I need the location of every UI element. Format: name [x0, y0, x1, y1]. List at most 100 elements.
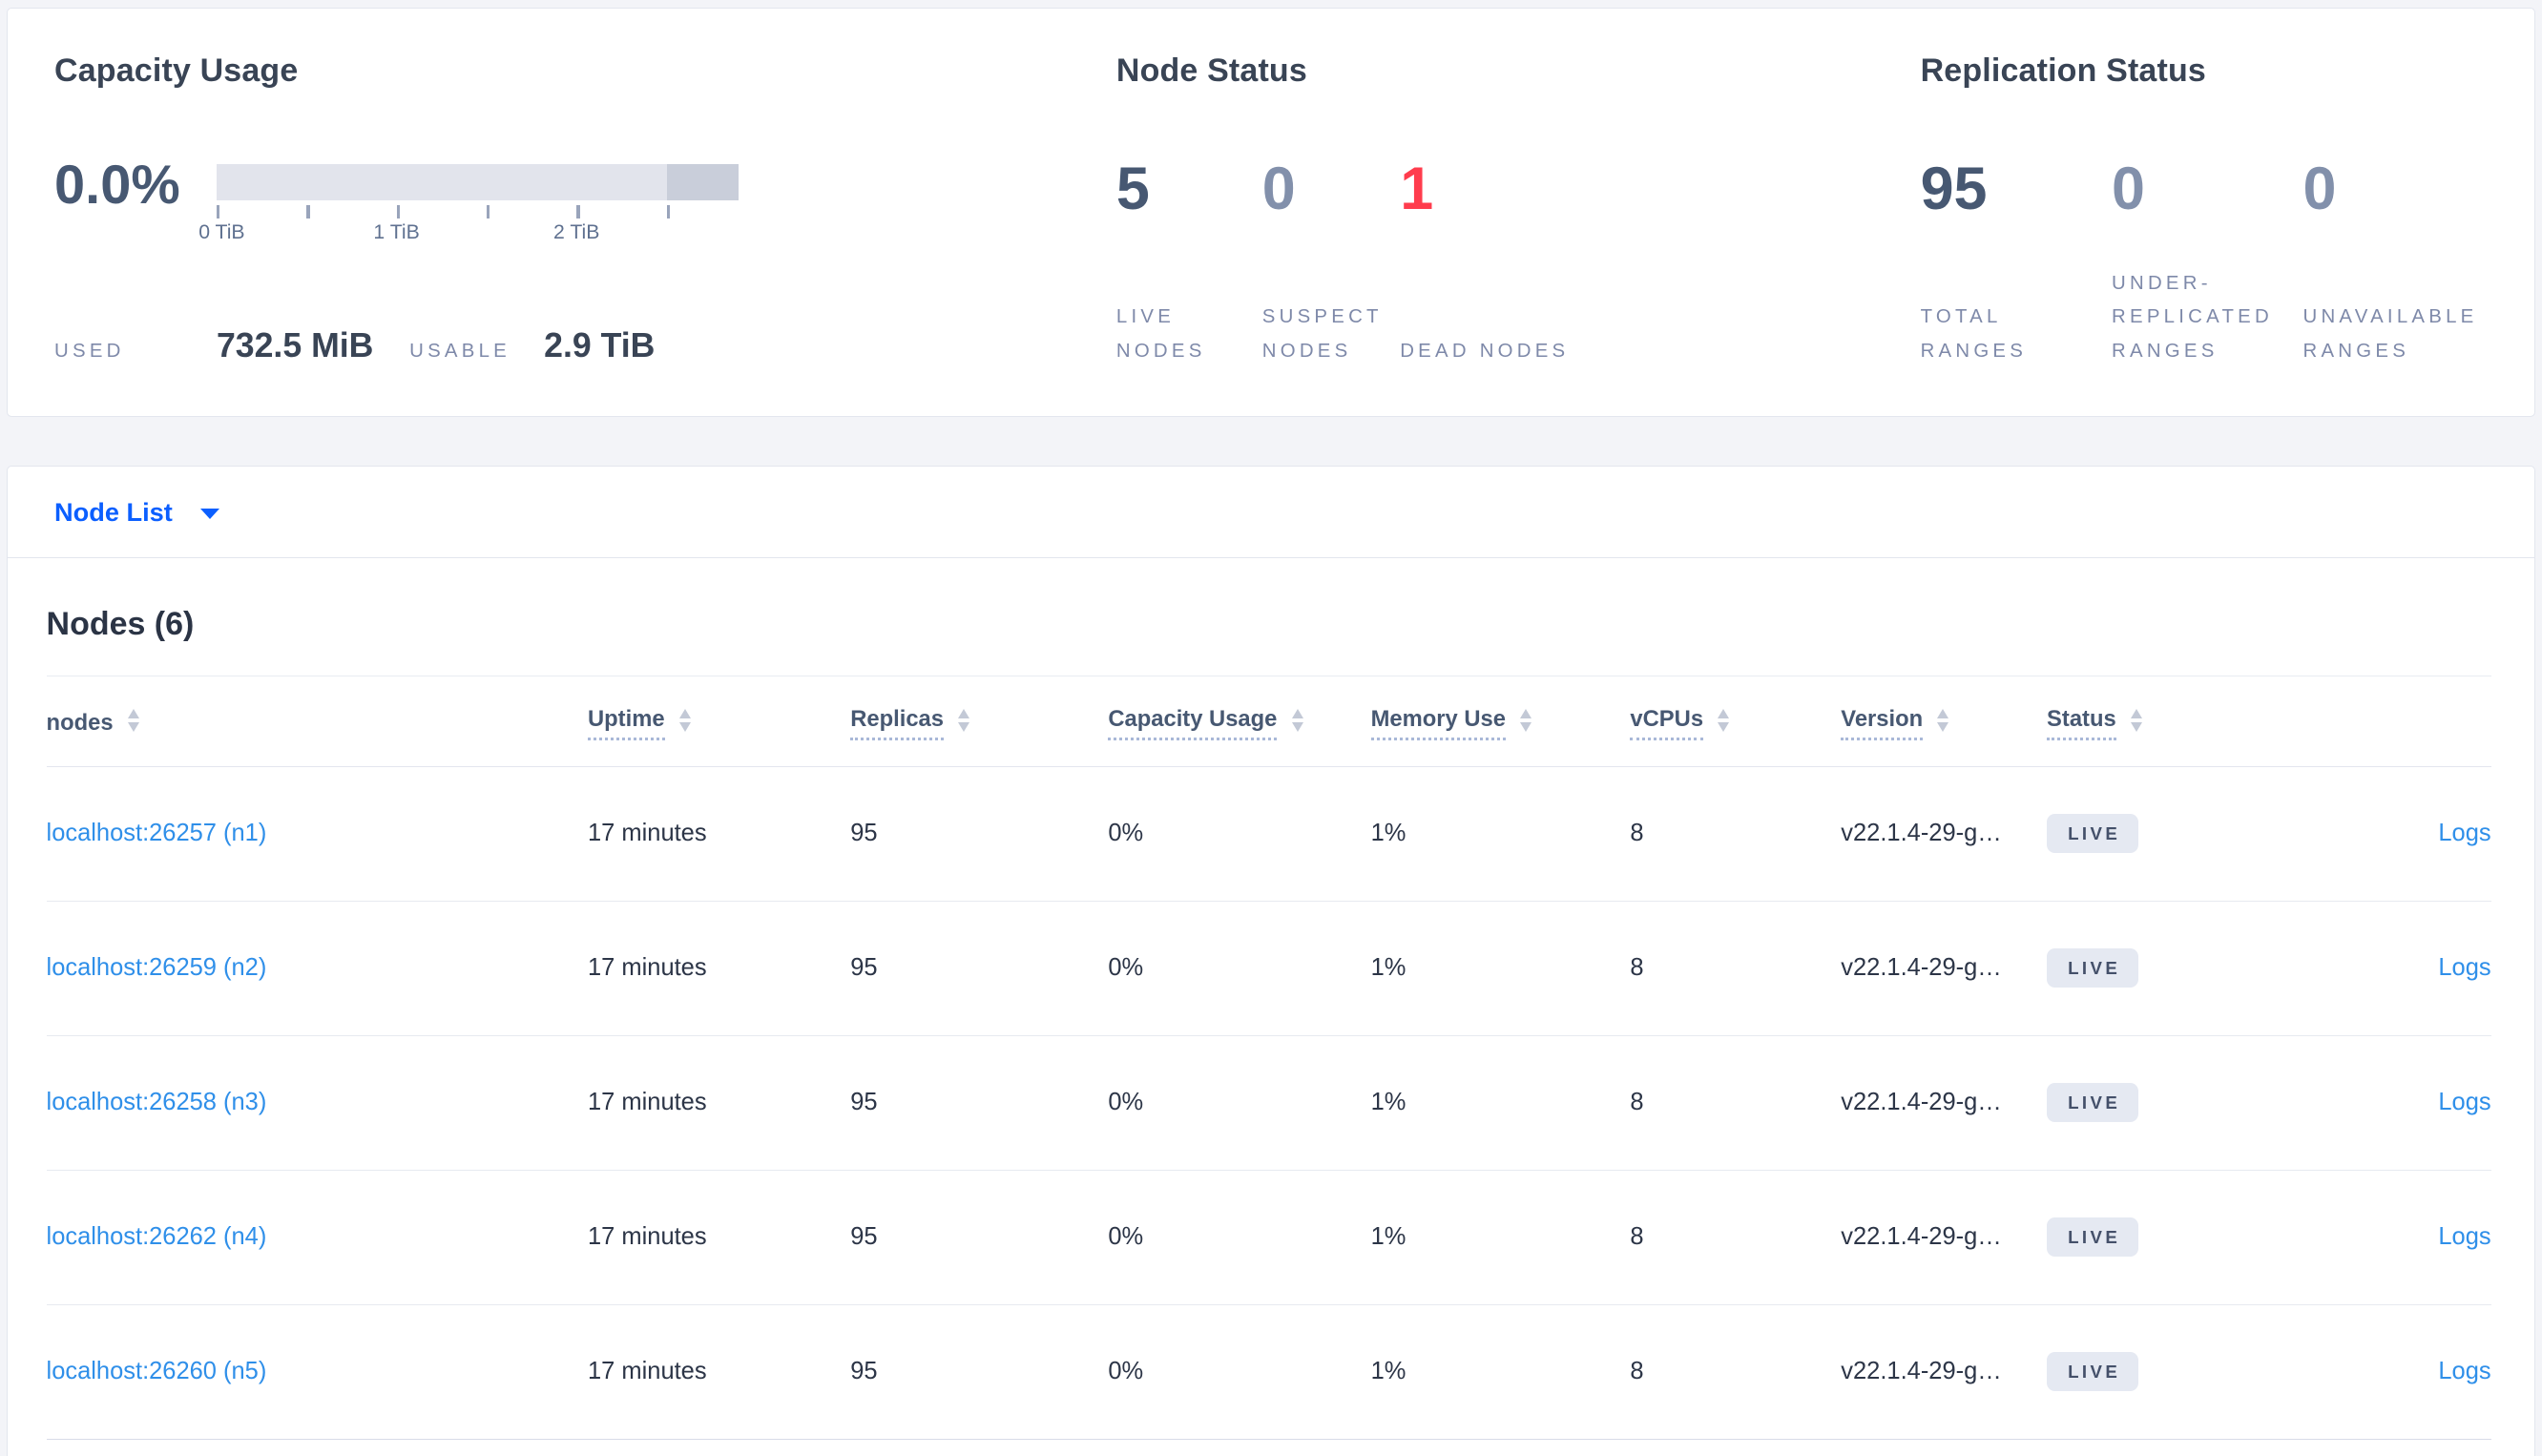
capacity-usage-cell: 0%	[1108, 766, 1371, 902]
status-cell: LIVE	[2047, 1035, 2386, 1171]
column-header-logs	[2386, 676, 2491, 767]
suspect-nodes-label: SUSPECT NODES	[1261, 306, 1383, 362]
node-link[interactable]: localhost:26259 (n2)	[47, 954, 267, 981]
node-list-dropdown[interactable]: Node List	[7, 467, 2535, 559]
logs-link[interactable]: Logs	[2438, 820, 2490, 846]
column-header-capacity-usage[interactable]: Capacity Usage	[1108, 676, 1371, 767]
tick-label: 1 TiB	[373, 220, 420, 243]
table-row: localhost:26260 (n5) 17 minutes 95 0% 1%…	[46, 1304, 2491, 1440]
cluster-overview-page: Capacity Usage 0.0% 0 TiB 1 TiB 2 TiB US…	[0, 0, 2542, 1456]
vcpus-cell: 8	[1630, 1170, 1842, 1305]
node-link[interactable]: localhost:26262 (n4)	[47, 1223, 267, 1250]
memory-use-cell: 1%	[1370, 1170, 1631, 1305]
capacity-usage-cell: 0%	[1108, 901, 1371, 1036]
status-cell: LIVE	[2047, 1170, 2386, 1305]
sort-icon	[678, 709, 691, 732]
table-row: localhost:26259 (n2) 17 minutes 95 0% 1%…	[46, 901, 2491, 1036]
tick-label: 0 TiB	[198, 220, 245, 243]
column-header-status[interactable]: Status	[2047, 676, 2386, 767]
under-replicated-ranges-count: 0	[2112, 155, 2145, 222]
chevron-down-icon	[199, 508, 219, 520]
node-link[interactable]: localhost:26257 (n1)	[47, 820, 267, 846]
usable-value: 2.9 TiB	[544, 326, 656, 365]
capacity-usage-cell: 0%	[1108, 1170, 1371, 1305]
capacity-usage-section: Capacity Usage 0.0% 0 TiB 1 TiB 2 TiB US…	[54, 52, 1075, 365]
uptime-cell: 17 minutes	[588, 1170, 851, 1305]
node-link[interactable]: localhost:26258 (n3)	[47, 1089, 267, 1115]
node-status-title: Node Status	[1115, 52, 1307, 90]
capacity-usage-title: Capacity Usage	[54, 52, 299, 90]
total-ranges-stat: 95 TOTAL RANGES	[1920, 155, 2112, 369]
replicas-cell: 95	[850, 1035, 1109, 1171]
logs-link[interactable]: Logs	[2438, 1358, 2490, 1384]
vcpus-cell: 8	[1630, 1304, 1842, 1440]
sort-icon	[2130, 709, 2142, 732]
status-badge: LIVE	[2047, 948, 2138, 988]
vcpus-cell: 8	[1630, 766, 1842, 902]
status-cell: LIVE	[2047, 901, 2386, 1036]
status-cell: LIVE	[2047, 766, 2386, 902]
live-nodes-count: 5	[1115, 155, 1150, 222]
node-status-section: Node Status 5 LIVE NODES 0 SUSPECT NODES…	[1116, 52, 1870, 368]
memory-use-cell: 1%	[1370, 1035, 1631, 1171]
replicas-cell: 95	[850, 1170, 1109, 1305]
column-header-vcpus[interactable]: vCPUs	[1630, 676, 1842, 767]
sort-icon	[1520, 709, 1532, 732]
status-badge: LIVE	[2047, 814, 2138, 854]
cluster-summary-card: Capacity Usage 0.0% 0 TiB 1 TiB 2 TiB US…	[6, 8, 2536, 417]
table-row: localhost:26257 (n1) 17 minutes 95 0% 1%…	[46, 766, 2491, 902]
tick-label: 2 TiB	[553, 220, 600, 243]
replicas-cell: 95	[850, 1304, 1109, 1440]
memory-use-cell: 1%	[1370, 1304, 1631, 1440]
total-ranges-count: 95	[1920, 155, 1988, 222]
vcpus-cell: 8	[1630, 901, 1842, 1036]
sort-icon	[1937, 709, 1949, 732]
capacity-usage-cell: 0%	[1108, 1035, 1371, 1171]
used-label: USED	[54, 341, 125, 363]
usable-label: USABLE	[409, 341, 510, 363]
under-replicated-ranges-stat: 0 UNDER-REPLICATED RANGES	[2112, 155, 2302, 369]
version-cell: v22.1.4-29-g…	[1841, 766, 2048, 902]
status-badge: LIVE	[2047, 1083, 2138, 1123]
uptime-cell: 17 minutes	[588, 1304, 851, 1440]
version-cell: v22.1.4-29-g…	[1841, 1035, 2048, 1171]
suspect-nodes-stat: 0 SUSPECT NODES	[1261, 157, 1400, 369]
column-header-replicas[interactable]: Replicas	[850, 676, 1109, 767]
logs-link[interactable]: Logs	[2438, 1223, 2490, 1250]
memory-use-cell: 1%	[1370, 766, 1631, 902]
dead-nodes-label: DEAD NODES	[1400, 340, 1570, 362]
table-row: localhost:26262 (n4) 17 minutes 95 0% 1%…	[46, 1170, 2491, 1305]
capacity-used-percent: 0.0%	[54, 154, 180, 216]
column-header-nodes[interactable]: nodes	[46, 676, 588, 767]
capacity-usage-bar: 0 TiB 1 TiB 2 TiB	[198, 164, 739, 245]
node-link[interactable]: localhost:26260 (n5)	[47, 1358, 267, 1384]
sort-icon	[1291, 709, 1303, 732]
nodes-table-area: Nodes (6) nodes Uptime Replicas Capacity…	[8, 606, 2534, 1440]
logs-link[interactable]: Logs	[2438, 1089, 2490, 1115]
logs-link[interactable]: Logs	[2438, 954, 2490, 981]
capacity-bar-ticks	[216, 203, 739, 218]
nodes-table: nodes Uptime Replicas Capacity Usage Mem	[46, 675, 2491, 1440]
capacity-bar-track	[216, 164, 739, 200]
uptime-cell: 17 minutes	[588, 901, 851, 1036]
live-nodes-label: LIVE NODES	[1115, 306, 1206, 362]
status-badge: LIVE	[2047, 1352, 2138, 1392]
table-header-row: nodes Uptime Replicas Capacity Usage Mem	[46, 676, 2491, 767]
under-replicated-ranges-label: UNDER-REPLICATED RANGES	[2112, 272, 2273, 362]
memory-use-cell: 1%	[1370, 901, 1631, 1036]
column-header-uptime[interactable]: Uptime	[588, 676, 851, 767]
sort-icon	[127, 709, 139, 732]
version-cell: v22.1.4-29-g…	[1841, 901, 2048, 1036]
sort-icon	[958, 709, 970, 732]
replication-status-section: Replication Status 95 TOTAL RANGES 0 UND…	[1921, 52, 2529, 368]
status-cell: LIVE	[2047, 1304, 2386, 1440]
column-header-memory-use[interactable]: Memory Use	[1370, 676, 1631, 767]
total-ranges-label: TOTAL RANGES	[1920, 306, 2028, 362]
dead-nodes-stat: 1 DEAD NODES	[1400, 157, 1578, 369]
sort-icon	[1718, 709, 1730, 732]
unavailable-ranges-stat: 0 UNAVAILABLE RANGES	[2303, 157, 2506, 369]
live-nodes-stat: 5 LIVE NODES	[1115, 155, 1262, 369]
capacity-usage-cell: 0%	[1108, 1304, 1371, 1440]
uptime-cell: 17 minutes	[588, 1035, 851, 1171]
column-header-version[interactable]: Version	[1841, 676, 2048, 767]
